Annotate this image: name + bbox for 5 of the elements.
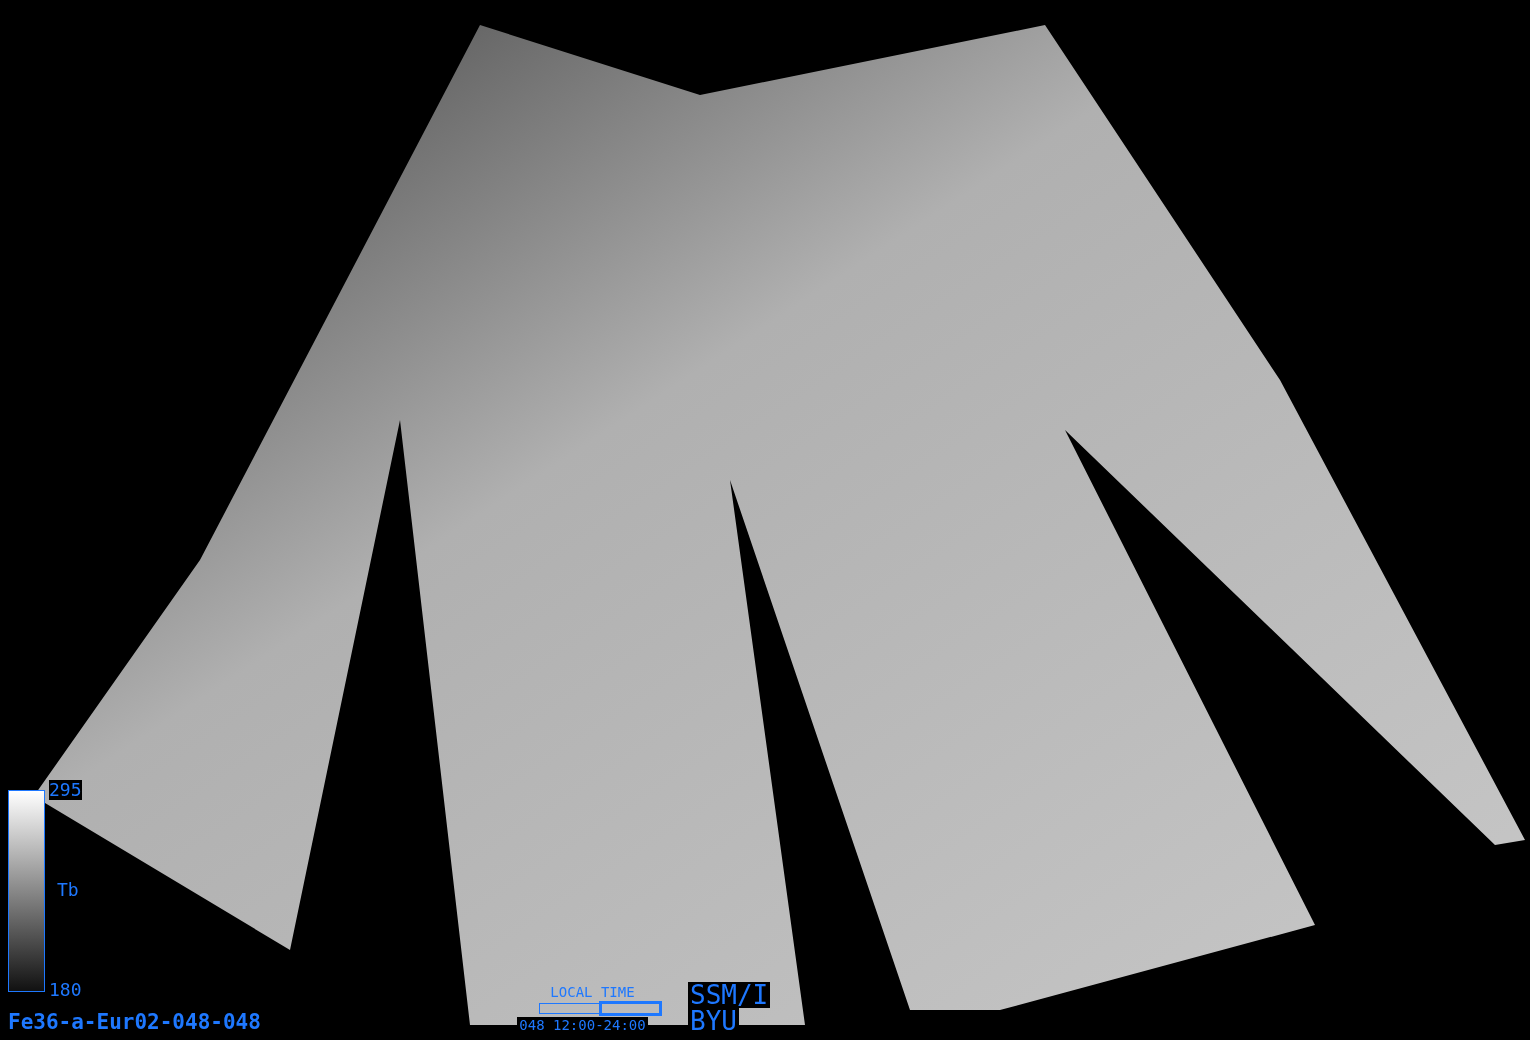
scale-max-label: 295 [49, 780, 82, 800]
image-id: Fe36-a-Eur02-048-048 [8, 1010, 261, 1034]
local-time-range: 048 12:00-24:00 [517, 1017, 648, 1033]
sensor-name: SSM/I [688, 982, 771, 1008]
local-time-label: LOCAL TIME [550, 984, 635, 1000]
